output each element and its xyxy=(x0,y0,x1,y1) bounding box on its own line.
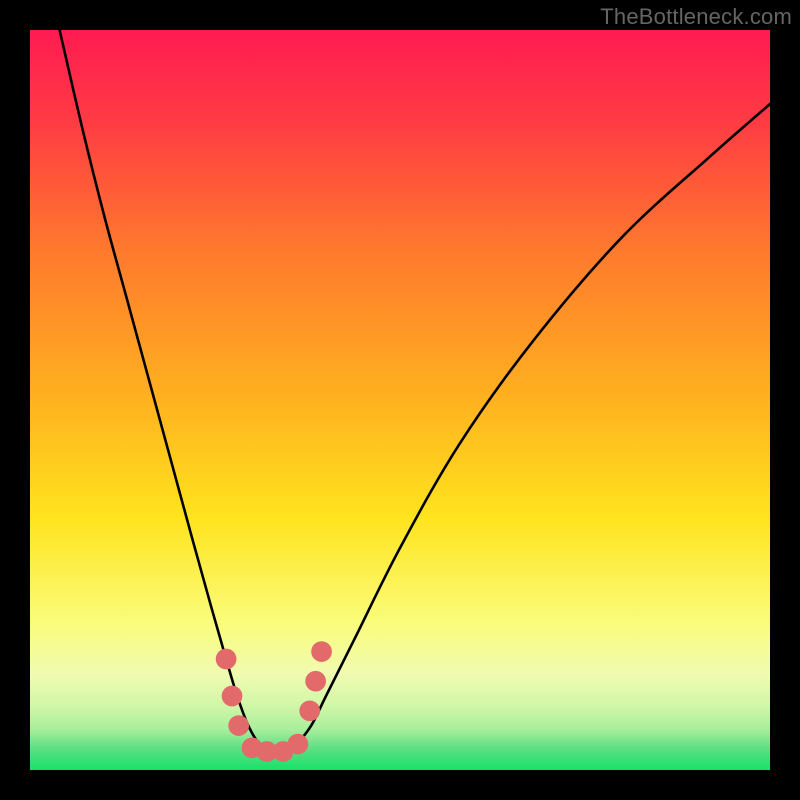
highlight-point xyxy=(216,649,237,670)
highlight-point xyxy=(288,734,309,755)
highlight-point xyxy=(222,686,243,707)
curve-layer xyxy=(30,30,770,770)
highlight-point xyxy=(305,671,326,692)
bottleneck-curve xyxy=(60,30,770,752)
highlight-point xyxy=(299,700,320,721)
watermark-text: TheBottleneck.com xyxy=(600,4,792,30)
chart-frame: TheBottleneck.com xyxy=(0,0,800,800)
plot-area xyxy=(30,30,770,770)
highlight-point xyxy=(311,641,332,662)
highlight-point xyxy=(228,715,249,736)
highlight-markers xyxy=(216,641,332,762)
